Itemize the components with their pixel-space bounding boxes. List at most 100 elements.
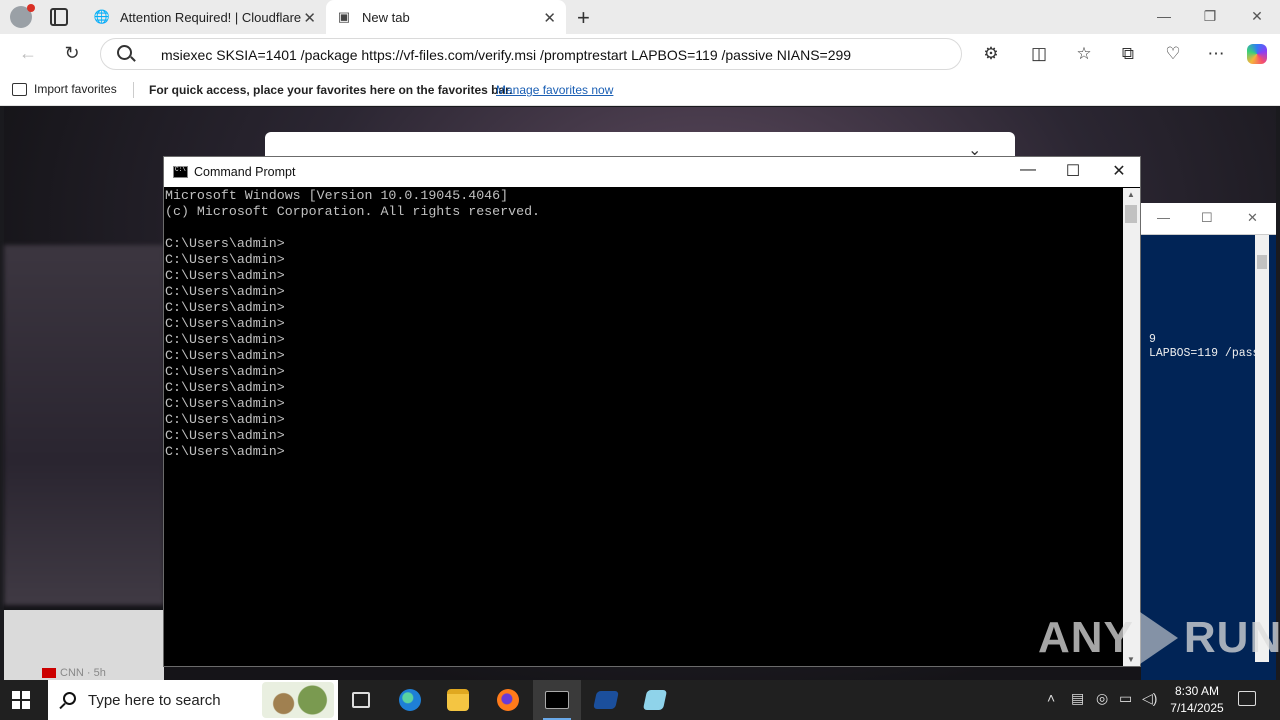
restore-icon[interactable]: ❐	[1200, 8, 1220, 25]
minimize-icon[interactable]: —	[1016, 161, 1040, 179]
tab-actions-icon[interactable]	[50, 8, 68, 26]
browser-essentials-icon[interactable]: ♡	[1162, 44, 1184, 64]
console-line: C:\Users\admin>	[165, 268, 285, 283]
task-view-icon	[352, 692, 370, 708]
import-favorites-label: Import favorites	[34, 82, 117, 96]
taskbar-powershell[interactable]	[582, 680, 630, 720]
powershell-titlebar[interactable]: — ☐ ✕	[1141, 203, 1276, 235]
command-prompt-window[interactable]: Command Prompt — ☐ ✕ Microsoft Windows […	[163, 156, 1141, 667]
newtab-icon: ▣	[337, 9, 351, 24]
scrollbar-thumb[interactable]	[1257, 255, 1267, 269]
copilot-icon[interactable]	[1247, 44, 1267, 64]
favorites-hint: For quick access, place your favorites h…	[149, 83, 513, 97]
new-tab-button[interactable]: +	[577, 5, 590, 31]
browser-titlebar: 🌐 Attention Required! | Cloudflare ✕ ▣ N…	[0, 0, 1280, 34]
notifications-icon[interactable]	[1238, 691, 1256, 706]
taskbar-search[interactable]: Type here to search	[48, 680, 338, 720]
console-line: C:\Users\admin>	[165, 396, 285, 411]
console-line: C:\Users\admin>	[165, 300, 285, 315]
window-title: Command Prompt	[194, 165, 296, 179]
taskbar-edge[interactable]	[386, 680, 434, 720]
more-menu-icon[interactable]: ⋯	[1205, 44, 1227, 64]
show-hidden-icons-icon[interactable]: ˄	[1047, 690, 1055, 706]
console-line: C:\Users\admin>	[165, 364, 285, 379]
address-bar[interactable]: msiexec SKSIA=1401 /package https://vf-f…	[100, 38, 962, 70]
close-icon[interactable]: ✕	[1247, 8, 1267, 25]
maximize-icon[interactable]: ☐	[1201, 210, 1213, 226]
maximize-icon[interactable]: ☐	[1061, 161, 1085, 181]
close-tab-icon[interactable]: ✕	[543, 9, 556, 27]
favorites-icon[interactable]: ☆	[1073, 44, 1095, 64]
minimize-icon[interactable]: —	[1157, 210, 1170, 225]
taskbar-file-explorer[interactable]	[434, 680, 482, 720]
tab-title: New tab	[362, 9, 410, 25]
scrollbar[interactable]: ▲ ▼	[1123, 188, 1140, 666]
search-placeholder: Type here to search	[88, 692, 221, 709]
console-line: C:\Users\admin>	[165, 236, 285, 251]
back-icon[interactable]: ←	[16, 43, 40, 64]
globe-icon: 🌐	[93, 9, 111, 24]
volume-icon[interactable]: ◁)	[1142, 690, 1157, 707]
profile-avatar-icon[interactable]	[10, 4, 35, 28]
console-output[interactable]: Microsoft Windows [Version 10.0.19045.40…	[164, 188, 1124, 666]
taskbar-command-prompt[interactable]	[533, 680, 581, 720]
tab-new-tab[interactable]: ▣ New tab ✕	[326, 0, 566, 34]
taskbar-notepad[interactable]	[631, 680, 679, 720]
powershell-line: 9	[1149, 333, 1156, 346]
scrollbar[interactable]	[1255, 235, 1269, 662]
favorites-bar: Import favorites For quick access, place…	[0, 74, 1280, 106]
command-prompt-icon	[545, 691, 569, 709]
cmd-titlebar[interactable]: Command Prompt — ☐ ✕	[164, 157, 1140, 187]
divider	[133, 82, 134, 98]
notepad-icon	[642, 690, 668, 710]
network-folder-icon[interactable]: ▤	[1071, 690, 1084, 707]
collections-icon[interactable]: ⧉	[1117, 44, 1139, 64]
console-line: C:\Users\admin>	[165, 316, 285, 331]
split-screen-icon[interactable]: ◫	[1028, 44, 1050, 64]
manage-favorites-link[interactable]: Manage favorites now	[496, 83, 613, 97]
tab-title: Attention Required! | Cloudflare	[120, 9, 302, 25]
taskbar-firefox[interactable]	[484, 680, 532, 720]
scroll-up-icon[interactable]: ▲	[1127, 190, 1135, 199]
news-source: CNN · 5h	[42, 667, 106, 679]
console-line: Microsoft Windows [Version 10.0.19045.40…	[165, 188, 509, 203]
extensions-icon[interactable]: ⚙	[980, 44, 1002, 64]
refresh-icon[interactable]: ↻	[60, 43, 84, 64]
close-icon[interactable]: ✕	[1107, 161, 1131, 181]
scrollbar-thumb[interactable]	[1125, 205, 1137, 223]
powershell-icon	[593, 691, 619, 709]
console-line: C:\Users\admin>	[165, 380, 285, 395]
minimize-icon[interactable]: —	[1154, 8, 1174, 24]
taskbar: Type here to search ˄ ▤ ◎ ▭ ◁) 8:30 AM 7…	[0, 680, 1280, 720]
powershell-window[interactable]: — ☐ ✕ 9 LAPBOS=119 /pass	[1141, 203, 1276, 680]
close-icon[interactable]: ✕	[1247, 210, 1258, 226]
edge-icon	[399, 689, 421, 711]
firefox-icon	[497, 689, 519, 711]
powershell-line: LAPBOS=119 /pass	[1149, 347, 1260, 360]
address-input[interactable]: msiexec SKSIA=1401 /package https://vf-f…	[161, 47, 851, 63]
start-button[interactable]	[12, 691, 30, 709]
play-icon	[1139, 612, 1178, 664]
import-favorites-button[interactable]: Import favorites	[12, 82, 117, 96]
search-icon	[63, 692, 76, 705]
clock-date: 7/14/2025	[1170, 701, 1224, 715]
security-icon[interactable]: ◎	[1096, 690, 1108, 707]
network-icon[interactable]: ▭	[1119, 690, 1132, 707]
console-line: C:\Users\admin>	[165, 284, 285, 299]
clock-time: 8:30 AM	[1174, 684, 1220, 698]
news-card[interactable]	[4, 245, 164, 605]
tab-cloudflare[interactable]: 🌐 Attention Required! | Cloudflare ✕	[84, 0, 326, 34]
console-line: C:\Users\admin>	[165, 412, 285, 427]
anyrun-watermark: ANY RUN	[1038, 612, 1280, 664]
console-line: C:\Users\admin>	[165, 444, 285, 459]
search-highlight-image	[262, 682, 334, 718]
console-icon	[173, 166, 188, 178]
folder-icon	[447, 689, 469, 711]
close-tab-icon[interactable]: ✕	[303, 9, 316, 27]
console-line: C:\Users\admin>	[165, 252, 285, 267]
import-icon	[12, 82, 27, 96]
task-view-button[interactable]	[337, 680, 385, 720]
clock[interactable]: 8:30 AM 7/14/2025	[1162, 683, 1232, 717]
console-line: (c) Microsoft Corporation. All rights re…	[165, 204, 541, 219]
